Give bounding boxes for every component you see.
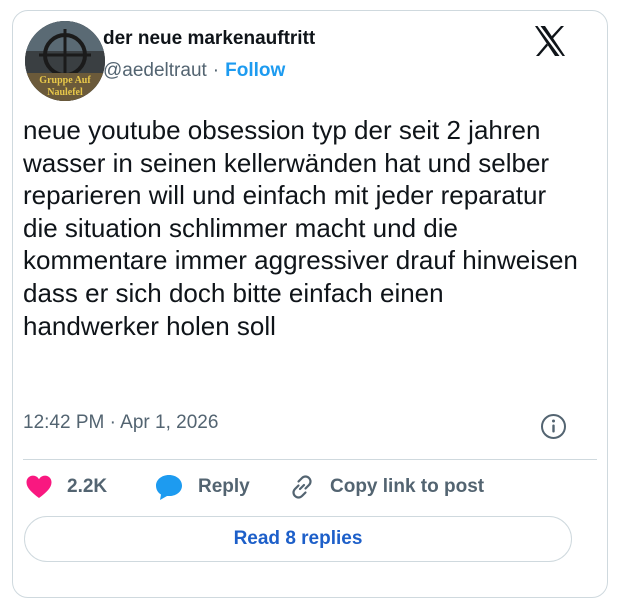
display-name[interactable]: der neue markenauftritt — [103, 28, 315, 50]
separator: · — [212, 60, 220, 81]
divider — [23, 459, 597, 460]
follow-button[interactable]: Follow — [225, 60, 285, 81]
heart-icon — [26, 475, 52, 498]
avatar-text-1: Gruppe Auf — [39, 75, 91, 86]
read-replies-button[interactable]: Read 8 replies — [24, 516, 572, 562]
timestamp[interactable]: 12:42 PM · Apr 1, 2026 — [23, 412, 218, 434]
avatar[interactable]: Gruppe Auf Naulefel — [25, 21, 105, 101]
x-logo-icon[interactable] — [533, 24, 567, 58]
link-icon — [292, 475, 312, 499]
reply-bubble-icon — [156, 475, 182, 500]
info-icon[interactable] — [540, 413, 567, 440]
reply-label: Reply — [198, 476, 250, 497]
handle[interactable]: @aedeltraut — [103, 60, 207, 81]
handle-row: @aedeltraut · Follow — [103, 60, 285, 82]
copy-link-button[interactable]: Copy link to post — [288, 472, 484, 502]
copy-link-label: Copy link to post — [330, 476, 485, 497]
like-button[interactable]: 2.2K — [25, 472, 107, 502]
reply-button[interactable]: Reply — [154, 472, 250, 502]
avatar-image: Gruppe Auf Naulefel — [25, 21, 105, 101]
avatar-text-2: Naulefel — [47, 87, 83, 98]
like-count: 2.2K — [67, 476, 108, 497]
tweet-text: neue youtube obsession typ der seit 2 ja… — [23, 115, 578, 341]
